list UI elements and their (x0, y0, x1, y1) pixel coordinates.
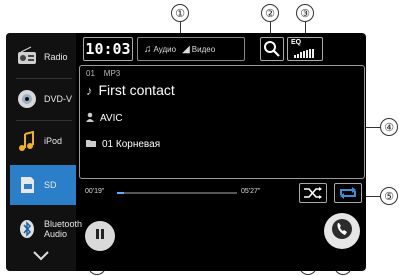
sidebar-item-label: Radio (44, 52, 68, 62)
playback-progress[interactable]: 00'19" 05'27" (85, 185, 275, 199)
video-mode-button[interactable]: ◢ Видео (176, 44, 215, 55)
sidebar-item-ipod[interactable]: iPod (10, 123, 76, 159)
elapsed-time: 00'19" (85, 188, 105, 195)
audio-mode-button[interactable]: ♫ Аудио (138, 44, 176, 55)
music-note-icon: ♪ (86, 82, 93, 98)
bluetooth-icon (16, 218, 38, 240)
divider (16, 120, 72, 121)
sidebar-item-radio[interactable]: Radio (10, 39, 76, 75)
callout-2: ② (261, 4, 279, 22)
eq-label: EQ (291, 39, 302, 46)
radio-icon (16, 46, 38, 68)
callout-4: ④ (380, 118, 398, 136)
divider (16, 78, 72, 79)
sd-card-icon (16, 174, 38, 196)
shuffle-icon (300, 187, 326, 206)
artist-row: AVIC (86, 112, 123, 125)
sidebar-item-dvd[interactable]: DVD-V (10, 81, 76, 117)
pause-button[interactable] (85, 221, 115, 251)
repeat-icon (335, 187, 361, 206)
chevron-down-icon[interactable] (30, 249, 52, 263)
sidebar-item-label: DVD-V (44, 94, 73, 104)
track-title: First contact (98, 82, 175, 98)
repeat-button[interactable] (334, 183, 362, 203)
progress-fill (117, 192, 124, 194)
music-note-icon (16, 130, 38, 152)
audio-video-switch[interactable]: ♫ Аудио ◢ Видео (137, 37, 245, 61)
main-panel: 10:03 ♫ Аудио ◢ Видео EQ 01 MP3 ♪ First … (79, 33, 366, 271)
folder-name: 01 Корневая (102, 139, 161, 150)
search-button[interactable] (260, 37, 284, 61)
phone-button[interactable] (324, 213, 360, 249)
person-icon (86, 112, 94, 125)
audio-mode-label: Аудио (153, 44, 177, 54)
video-icon: ◢ (182, 43, 190, 55)
eq-button[interactable]: EQ (287, 37, 323, 61)
progress-track[interactable] (117, 192, 237, 194)
music-note-icon: ♫ (144, 43, 152, 55)
sidebar-item-label: SD (44, 180, 57, 190)
shuffle-button[interactable] (299, 183, 327, 203)
source-sidebar: Radio DVD-V iPod SD Bluetooth Audio (6, 33, 82, 271)
video-mode-label: Видео (191, 44, 216, 54)
clock-display: 10:03 (83, 37, 133, 61)
folder-icon (86, 139, 96, 150)
callout-1: ① (171, 4, 189, 22)
total-time: 05'27" (241, 188, 261, 195)
sidebar-item-label: iPod (44, 136, 63, 146)
sidebar-item-sd[interactable]: SD (10, 165, 76, 205)
disc-icon (16, 88, 38, 110)
callout-5: ⑤ (380, 187, 398, 205)
folder-row: 01 Корневая (86, 139, 160, 150)
eq-bars-icon (294, 49, 314, 58)
phone-icon (331, 218, 353, 245)
callout-3: ③ (296, 4, 314, 22)
track-number: 01 (86, 69, 95, 78)
artist-name: AVIC (100, 113, 123, 124)
track-info-panel[interactable]: 01 MP3 ♪ First contact AVIC 01 Корневая (79, 65, 365, 179)
track-meta: 01 MP3 (86, 69, 120, 78)
file-format: MP3 (103, 69, 121, 78)
pause-icon (93, 227, 107, 246)
search-icon (261, 41, 283, 64)
head-unit-screen: Radio DVD-V iPod SD Bluetooth Audio 10:0… (6, 33, 366, 271)
sidebar-item-bluetooth-audio[interactable]: Bluetooth Audio (10, 211, 82, 247)
sidebar-item-label: Bluetooth Audio (44, 219, 83, 239)
track-title-row: ♪ First contact (86, 82, 175, 98)
